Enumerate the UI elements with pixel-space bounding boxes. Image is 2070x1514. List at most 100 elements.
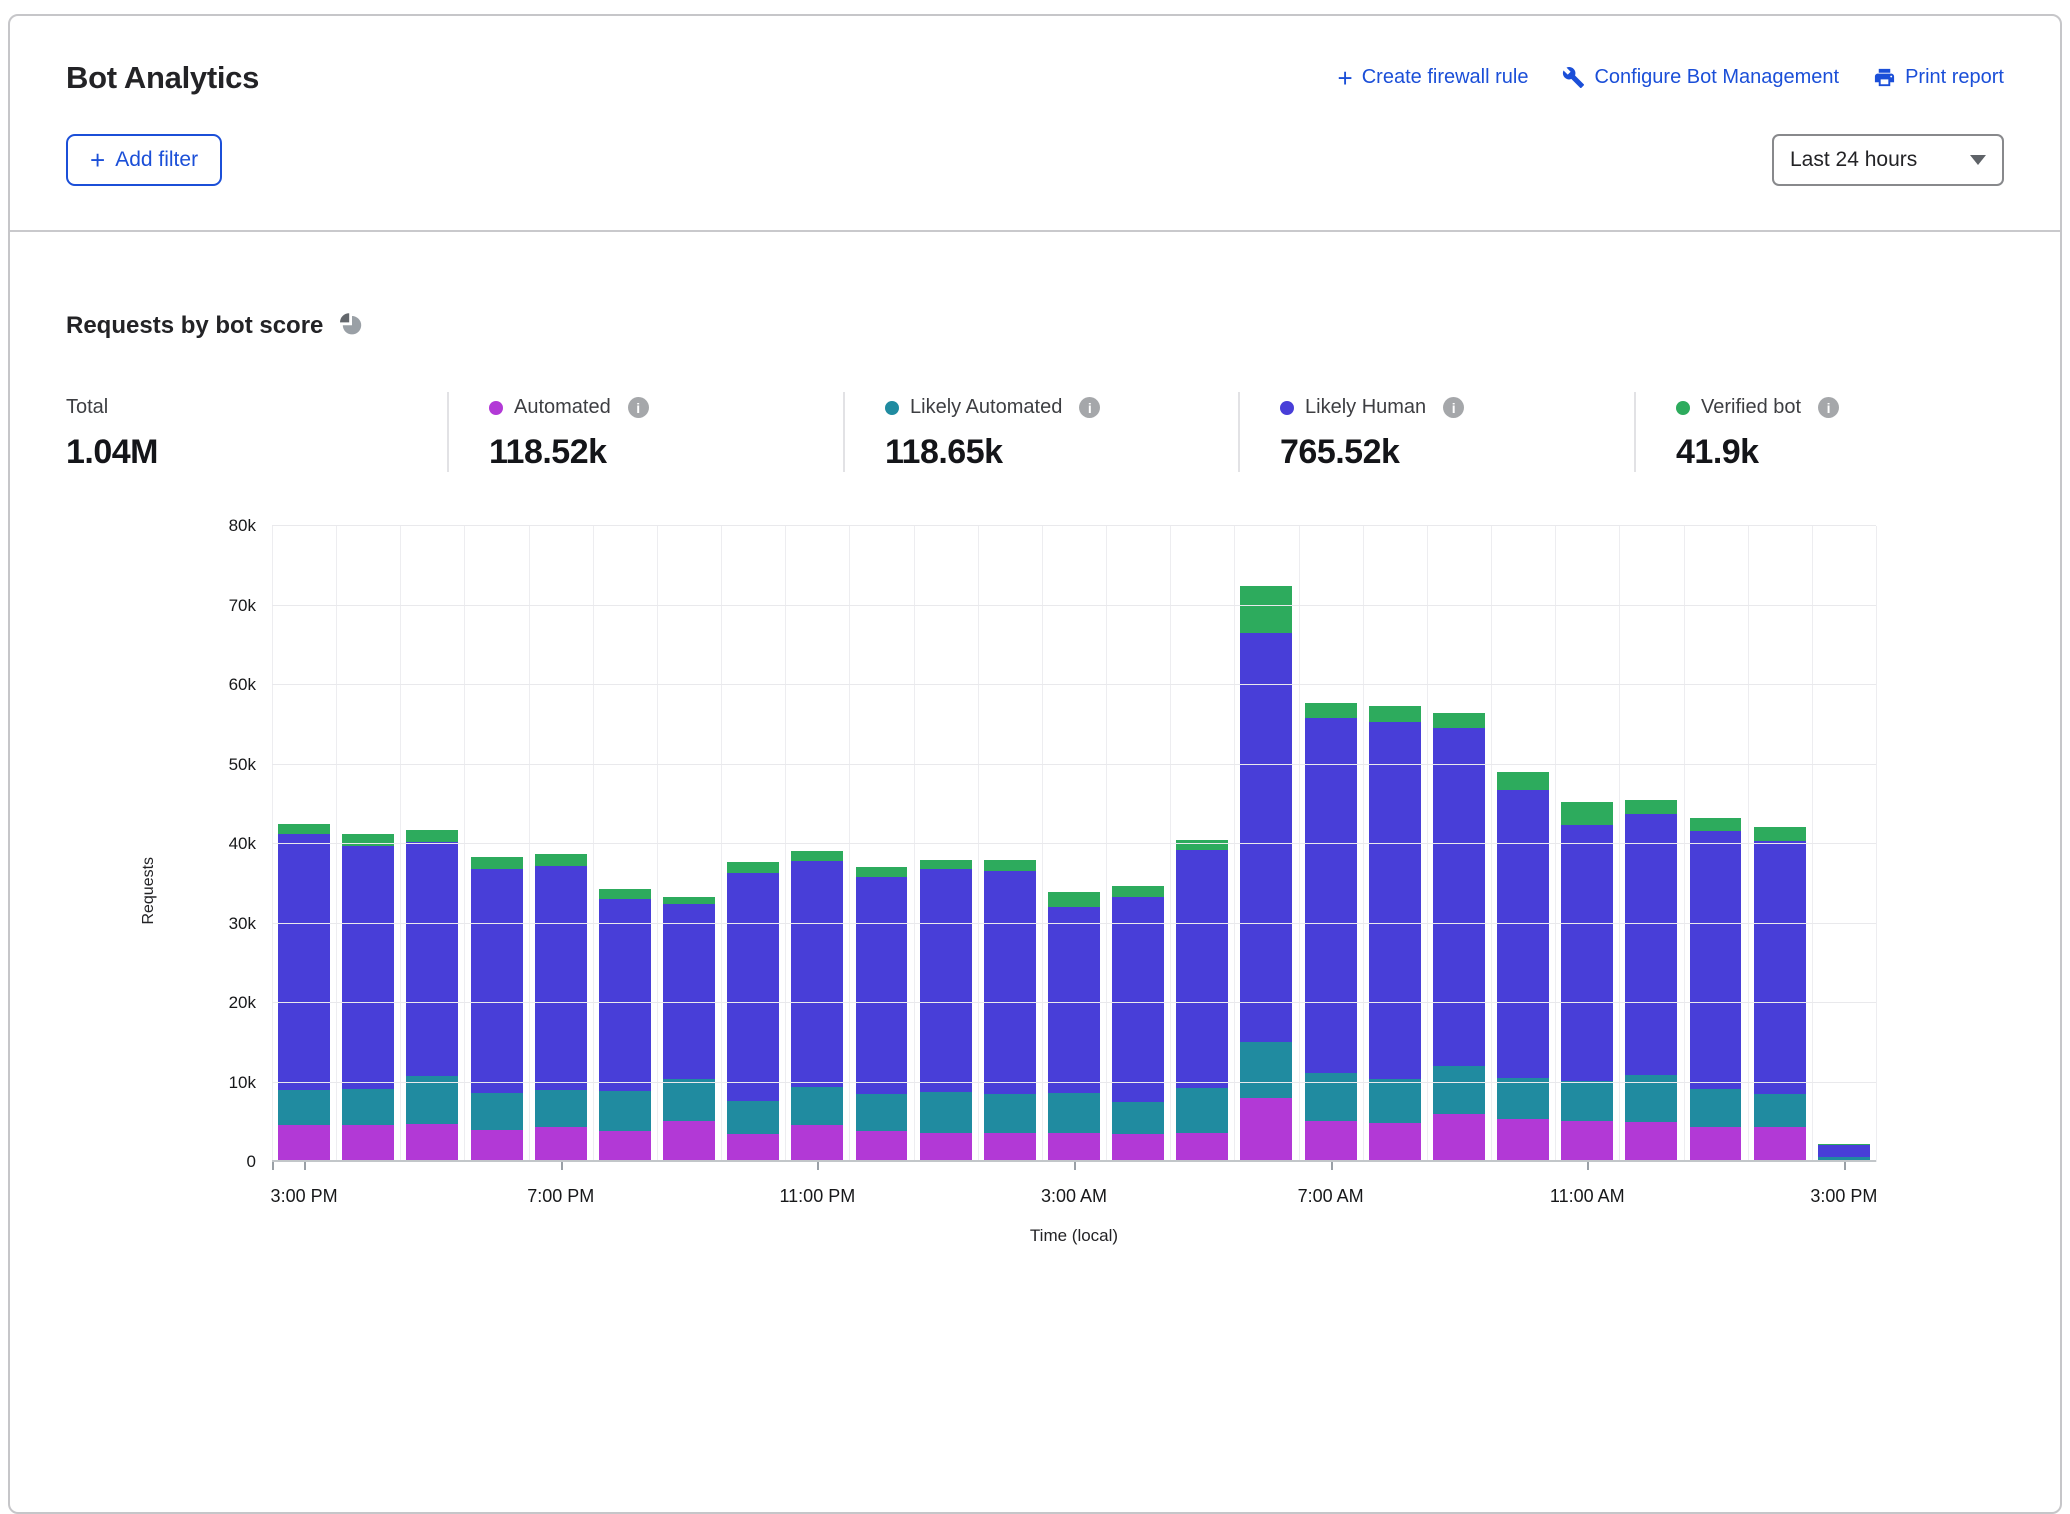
segment-likely-human bbox=[1305, 718, 1357, 1073]
y-tick-label: 40k bbox=[136, 834, 256, 854]
bar-6:00 AM bbox=[1234, 526, 1298, 1162]
stacked-bar bbox=[1497, 526, 1549, 1162]
stat-total-label: Total bbox=[66, 396, 108, 419]
bar-9:00 AM bbox=[1427, 526, 1491, 1162]
segment-verified-bot bbox=[1369, 706, 1421, 723]
stat-likely-automated-label: Likely Automated bbox=[910, 396, 1062, 419]
segment-likely-human bbox=[663, 904, 715, 1078]
segment-verified-bot bbox=[920, 860, 972, 870]
segment-likely-human bbox=[1048, 907, 1100, 1093]
segment-automated bbox=[1625, 1122, 1677, 1162]
bar-10:00 PM bbox=[721, 526, 785, 1162]
stacked-bar bbox=[1369, 526, 1421, 1162]
segment-verified-bot bbox=[1240, 586, 1292, 632]
gridline-h bbox=[272, 1002, 1876, 1003]
requests-section: Requests by bot score Total 1.04M Automa… bbox=[10, 232, 2060, 1284]
bar-7:00 AM bbox=[1299, 526, 1363, 1162]
add-filter-label: Add filter bbox=[115, 148, 198, 172]
y-tick-label: 50k bbox=[136, 755, 256, 775]
axis-tick bbox=[272, 1162, 274, 1170]
segment-likely-human bbox=[1818, 1145, 1870, 1158]
page-title: Bot Analytics bbox=[66, 60, 259, 96]
segment-automated bbox=[1433, 1114, 1485, 1162]
gridline-h bbox=[272, 764, 1876, 765]
gridline-h bbox=[272, 525, 1876, 526]
bar-5:00 AM bbox=[1170, 526, 1234, 1162]
axis-tick bbox=[817, 1162, 819, 1170]
info-icon[interactable]: i bbox=[1079, 397, 1100, 418]
stat-total: Total 1.04M bbox=[66, 392, 447, 472]
segment-likely-human bbox=[1497, 790, 1549, 1078]
segment-automated bbox=[1176, 1133, 1228, 1162]
stacked-bar bbox=[1176, 526, 1228, 1162]
bar-2:00 PM bbox=[1748, 526, 1812, 1162]
bar-8:00 AM bbox=[1363, 526, 1427, 1162]
stacked-bar bbox=[920, 526, 972, 1162]
segment-automated bbox=[278, 1125, 330, 1162]
configure-bot-management-link[interactable]: Configure Bot Management bbox=[1562, 66, 1839, 89]
likely-automated-dot-icon bbox=[885, 401, 899, 415]
stat-likely-automated-value: 118.65k bbox=[885, 433, 1238, 472]
stat-verified-bot-label: Verified bot bbox=[1701, 396, 1801, 419]
bar-11:00 AM bbox=[1555, 526, 1619, 1162]
info-icon[interactable]: i bbox=[1818, 397, 1839, 418]
stacked-bar bbox=[1690, 526, 1742, 1162]
segment-verified-bot bbox=[1176, 840, 1228, 850]
gridline-h bbox=[272, 843, 1876, 844]
bar-6:00 PM bbox=[464, 526, 528, 1162]
stacked-bar bbox=[984, 526, 1036, 1162]
time-range-select[interactable]: Last 24 hours bbox=[1772, 134, 2004, 186]
segment-automated bbox=[1369, 1123, 1421, 1162]
axis-tick bbox=[1844, 1162, 1846, 1170]
segment-verified-bot bbox=[1625, 800, 1677, 814]
bar-5:00 PM bbox=[400, 526, 464, 1162]
stat-total-value: 1.04M bbox=[66, 433, 447, 472]
segment-automated bbox=[1754, 1127, 1806, 1162]
stacked-bar bbox=[856, 526, 908, 1162]
segment-verified-bot bbox=[1497, 772, 1549, 789]
stacked-bar bbox=[727, 526, 779, 1162]
segment-verified-bot bbox=[1433, 713, 1485, 728]
stacked-bar bbox=[1433, 526, 1485, 1162]
segment-likely-automated bbox=[984, 1094, 1036, 1132]
segment-automated bbox=[791, 1125, 843, 1162]
segment-automated bbox=[342, 1125, 394, 1162]
segment-verified-bot bbox=[856, 867, 908, 877]
gridline-h bbox=[272, 923, 1876, 924]
stacked-bar bbox=[1561, 526, 1613, 1162]
segment-likely-automated bbox=[1754, 1094, 1806, 1127]
info-icon[interactable]: i bbox=[1443, 397, 1464, 418]
stat-likely-human-label: Likely Human bbox=[1305, 396, 1426, 419]
axis-tick bbox=[1331, 1162, 1333, 1170]
y-tick-label: 20k bbox=[136, 993, 256, 1013]
bar-10:00 AM bbox=[1491, 526, 1555, 1162]
print-report-link[interactable]: Print report bbox=[1873, 66, 2004, 89]
segment-likely-human bbox=[856, 877, 908, 1094]
stat-likely-human-value: 765.52k bbox=[1280, 433, 1634, 472]
segment-automated bbox=[920, 1133, 972, 1162]
segment-automated bbox=[1497, 1119, 1549, 1162]
stacked-bar bbox=[1754, 526, 1806, 1162]
info-icon[interactable]: i bbox=[628, 397, 649, 418]
stacked-bar bbox=[1625, 526, 1677, 1162]
stacked-bar bbox=[342, 526, 394, 1162]
segment-likely-automated bbox=[1305, 1073, 1357, 1121]
stacked-bar bbox=[1112, 526, 1164, 1162]
create-firewall-rule-link[interactable]: + Create firewall rule bbox=[1338, 66, 1529, 89]
segment-likely-automated bbox=[278, 1090, 330, 1126]
segment-automated bbox=[1690, 1127, 1742, 1162]
segment-likely-human bbox=[1176, 850, 1228, 1088]
segment-verified-bot bbox=[791, 851, 843, 861]
stat-likely-automated: Likely Automated i 118.65k bbox=[843, 392, 1238, 472]
wrench-icon bbox=[1562, 66, 1585, 89]
segment-automated bbox=[984, 1133, 1036, 1162]
segment-likely-human bbox=[1690, 831, 1742, 1089]
segment-likely-human bbox=[984, 871, 1036, 1094]
stacked-bar bbox=[278, 526, 330, 1162]
add-filter-button[interactable]: + Add filter bbox=[66, 134, 222, 186]
bar-11:00 PM bbox=[785, 526, 849, 1162]
segment-likely-human bbox=[1754, 841, 1806, 1094]
header: Bot Analytics + Create firewall rule Con… bbox=[10, 16, 2060, 230]
segment-verified-bot bbox=[1048, 892, 1100, 907]
bar-4:00 PM bbox=[336, 526, 400, 1162]
